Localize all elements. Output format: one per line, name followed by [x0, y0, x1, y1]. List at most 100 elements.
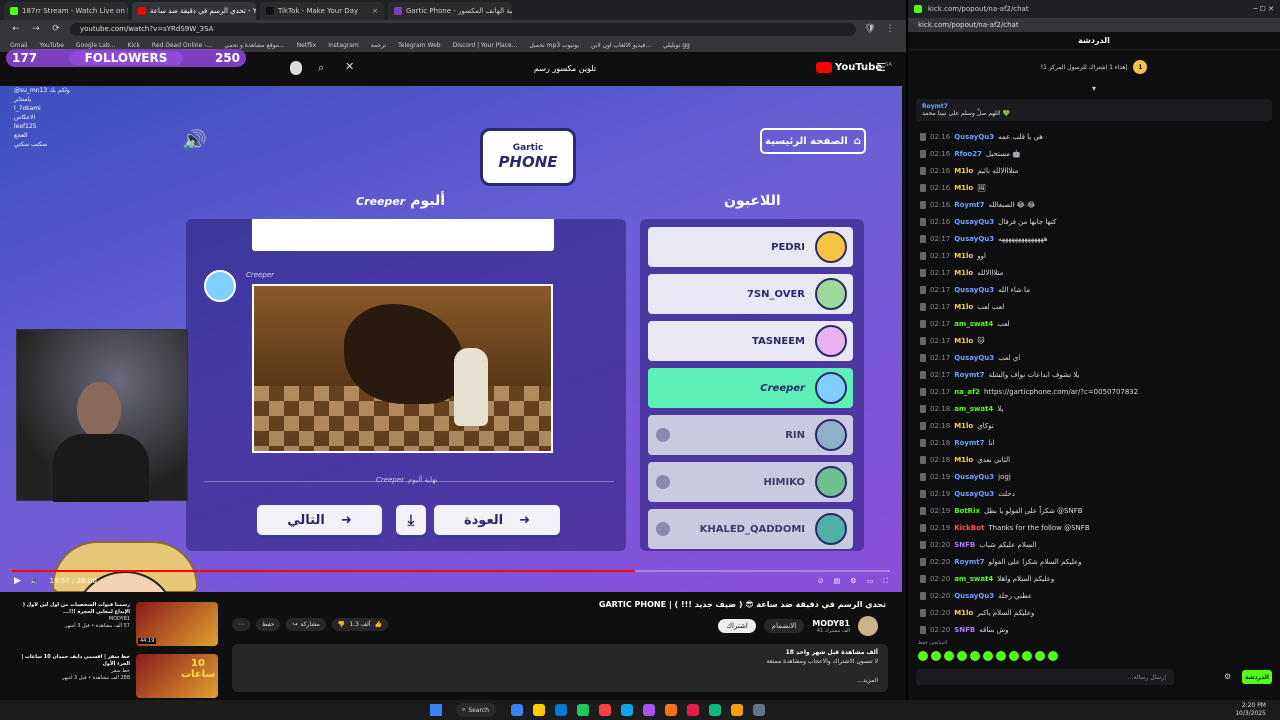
settings-icon[interactable]: ⚙ [850, 577, 856, 585]
window-controls[interactable]: ─ ☐ ✕ [1253, 5, 1274, 13]
message-user[interactable]: Roymt7 [954, 558, 984, 566]
theater-icon[interactable]: ▭ [866, 577, 873, 585]
suggested-video[interactable]: رسمنا قنوات الشخصيات من أول لين لأول ( ا… [10, 602, 220, 648]
mod-icon[interactable] [920, 132, 926, 141]
emote-icon[interactable] [918, 651, 928, 661]
search-icon[interactable]: ⌕ [318, 61, 324, 75]
emote-icon[interactable] [1035, 651, 1045, 661]
browser-tab[interactable]: 187rr Stream - Watch Live on Kick× [4, 2, 128, 20]
emote-icon[interactable] [944, 651, 954, 661]
subscribe-button[interactable]: اشتراك [718, 619, 756, 633]
mod-icon[interactable] [920, 285, 926, 294]
mic-icon[interactable] [290, 61, 302, 75]
emote-icon[interactable] [1022, 651, 1032, 661]
emote-icon[interactable] [931, 651, 941, 661]
message-user[interactable]: QusayQu3 [954, 592, 994, 600]
extensions-icon[interactable]: ⋮ [884, 23, 896, 35]
mod-icon[interactable] [920, 387, 926, 396]
description-box[interactable]: 18 ألف مشاهدة قبل شهر واحد لا تنسون الاش… [232, 644, 888, 692]
expand-chevron-icon[interactable]: ▾ [908, 84, 1280, 93]
message-user[interactable]: M1lo [954, 422, 973, 430]
right-address-bar[interactable]: kick.com/popout/na-af2/chat [908, 18, 1280, 32]
channel-avatar[interactable] [858, 616, 878, 636]
more-link[interactable]: ...المزيد [242, 676, 878, 685]
bookmark-item[interactable]: Red Dead Online -... [152, 42, 212, 49]
send-chat-button[interactable]: الدردشة [1242, 670, 1272, 684]
mod-icon[interactable] [920, 472, 926, 481]
message-user[interactable]: na_af2 [954, 388, 980, 396]
mod-icon[interactable] [920, 251, 926, 260]
emote-icon[interactable] [970, 651, 980, 661]
mod-icon[interactable] [920, 183, 926, 192]
mod-icon[interactable] [920, 574, 926, 583]
pinned-user[interactable]: Roymt7 [922, 103, 1266, 110]
next-button[interactable]: التالي ➜ [257, 505, 382, 535]
play-icon[interactable]: ▶ [14, 576, 21, 586]
emote-icon[interactable] [983, 651, 993, 661]
message-user[interactable]: SNFB [954, 541, 975, 549]
chat-settings-icon[interactable]: ⚙ [1224, 672, 1231, 681]
taskbar-app-icon[interactable] [665, 704, 677, 716]
message-user[interactable]: QusayQu3 [954, 235, 994, 243]
mod-icon[interactable] [920, 404, 926, 413]
message-user[interactable]: QusayQu3 [954, 133, 994, 141]
taskbar-search[interactable]: ⌕ Search [456, 703, 496, 717]
taskbar-app-icon[interactable] [555, 704, 567, 716]
tab-close-icon[interactable]: × [372, 7, 378, 15]
browser-tab[interactable]: تحدي الرسم في دقيقة ضد ساعة - YouTube× [132, 2, 256, 20]
mod-icon[interactable] [920, 438, 926, 447]
emote-icon[interactable] [1009, 651, 1019, 661]
bookmark-item[interactable]: Kick [128, 42, 140, 49]
bookmark-item[interactable]: Telegram Web [398, 42, 440, 49]
brave-shield-icon[interactable]: 🛡 [864, 23, 876, 35]
emote-icon[interactable] [996, 651, 1006, 661]
channel-name[interactable]: MODY81 [812, 619, 850, 628]
message-user[interactable]: Roymt7 [954, 371, 984, 379]
menu-icon[interactable]: ☰ [876, 61, 886, 74]
search-input[interactable]: تلوين مكسور رسم [360, 60, 770, 76]
mod-icon[interactable] [920, 217, 926, 226]
bookmark-item[interactable]: تحميل mp3 يوتيوب [529, 42, 579, 49]
more-actions-button[interactable]: ⋯ [232, 618, 250, 631]
clear-search-icon[interactable]: ✕ [345, 60, 354, 73]
url-field[interactable]: youtube.com/watch?v=sYRdS9W_3SA [70, 22, 856, 36]
share-button[interactable]: ↪ مشاركة [286, 618, 326, 631]
home-button[interactable]: الصفحة الرئيسية ⌂ [760, 128, 866, 154]
bookmark-item[interactable]: Discord | Your Place... [453, 42, 518, 49]
message-user[interactable]: KickBot [954, 524, 984, 532]
reload-icon[interactable]: ⟳ [50, 23, 62, 35]
message-user[interactable]: M1lo [954, 252, 973, 260]
taskbar-app-icon[interactable] [643, 704, 655, 716]
message-user[interactable]: M1lo [954, 337, 973, 345]
message-user[interactable]: QusayQu3 [954, 218, 994, 226]
message-user[interactable]: M1lo [954, 609, 973, 617]
back-icon[interactable]: ← [10, 23, 22, 35]
captions-icon[interactable]: ▤ [834, 577, 841, 585]
emote-icon[interactable] [1048, 651, 1058, 661]
taskbar-app-icon[interactable] [687, 704, 699, 716]
message-user[interactable]: QusayQu3 [954, 286, 994, 294]
message-user[interactable]: M1lo [954, 303, 973, 311]
progress-track[interactable] [12, 570, 890, 572]
message-user[interactable]: am_swat4 [954, 405, 993, 413]
mod-icon[interactable] [920, 200, 926, 209]
mod-icon[interactable] [920, 489, 926, 498]
mod-icon[interactable] [920, 625, 926, 634]
message-user[interactable]: M1lo [954, 167, 973, 175]
mod-icon[interactable] [920, 268, 926, 277]
mod-icon[interactable] [920, 336, 926, 345]
mod-icon[interactable] [920, 540, 926, 549]
mod-icon[interactable] [920, 506, 926, 515]
bookmark-item[interactable]: Instagram [328, 42, 359, 49]
chat-input[interactable]: ...إرسال رسالة [916, 669, 1174, 685]
message-user[interactable]: M1lo [954, 269, 973, 277]
taskbar-app-icon[interactable] [533, 704, 545, 716]
bookmark-item[interactable]: Netflix [297, 42, 317, 49]
back-button[interactable]: العودة ➜ [434, 505, 560, 535]
message-user[interactable]: QusayQu3 [954, 473, 994, 481]
video-player[interactable]: @su_mn13 ولكم بك يامنتابر l_7okami الاعكاس l… [0, 86, 902, 671]
message-user[interactable]: am_swat4 [954, 320, 993, 328]
mod-icon[interactable] [920, 302, 926, 311]
download-button[interactable]: ⤓ [396, 505, 426, 535]
message-user[interactable]: Roymt7 [954, 201, 984, 209]
